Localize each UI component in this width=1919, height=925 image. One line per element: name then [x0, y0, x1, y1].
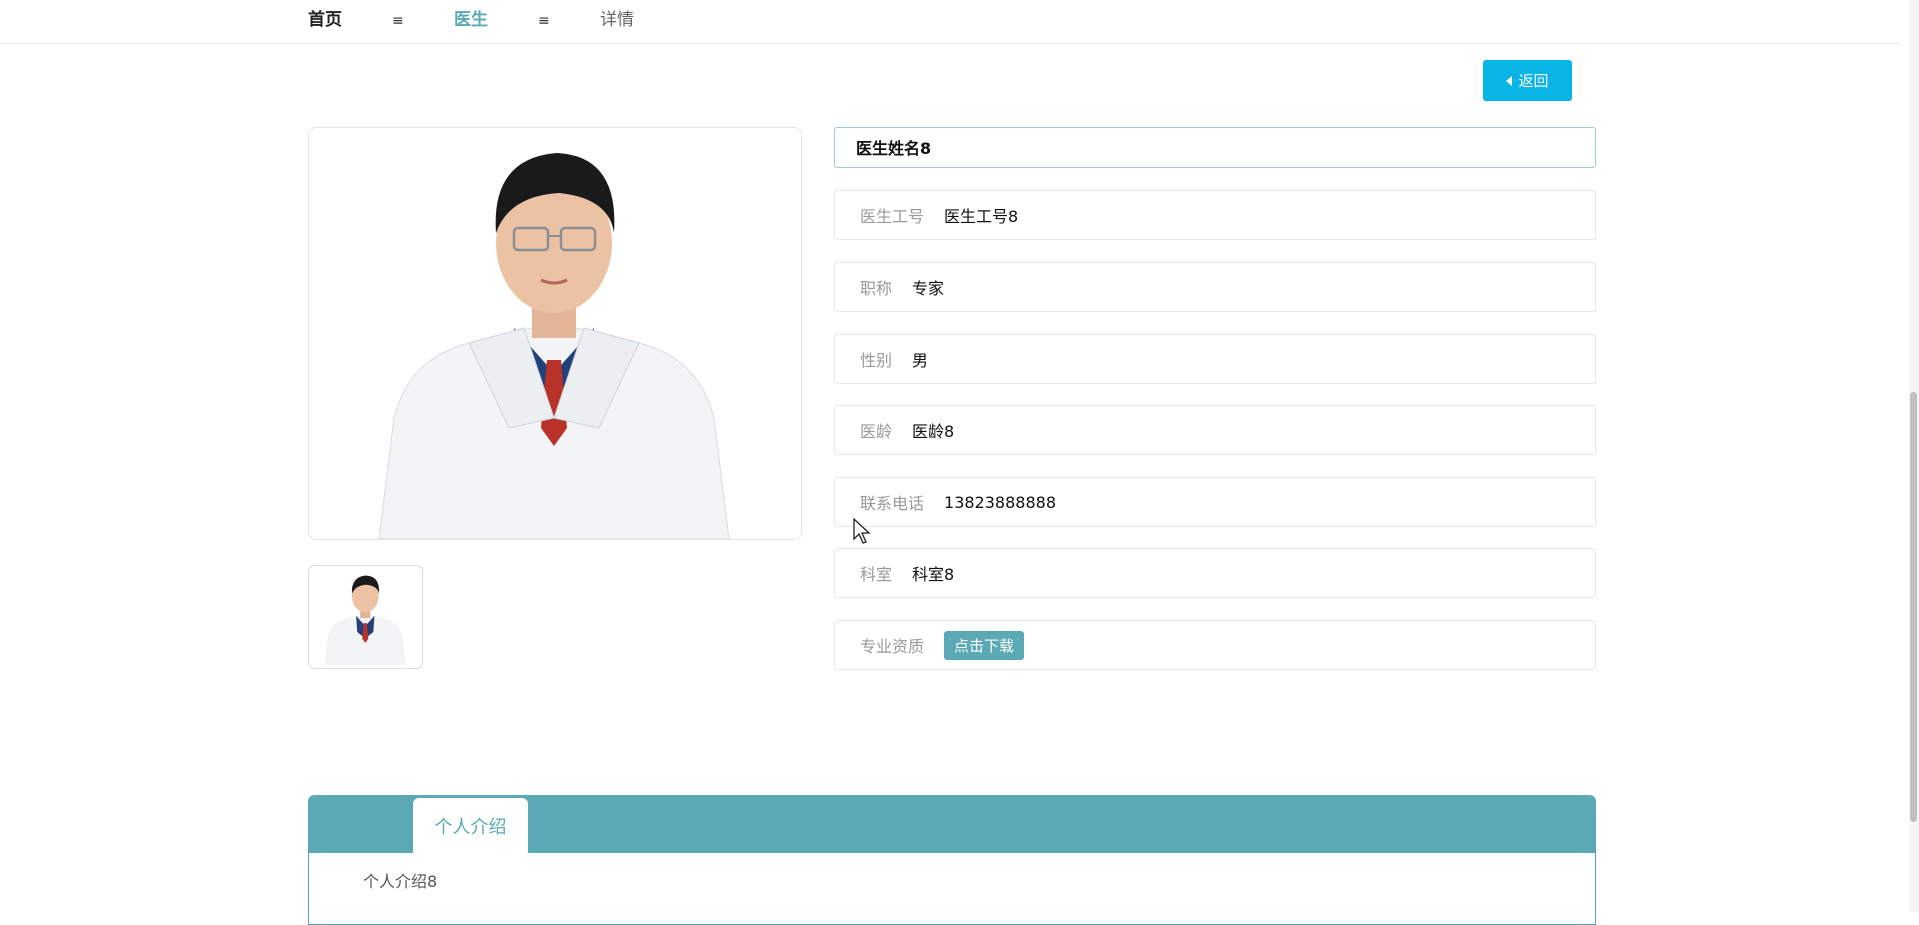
field-value: 医龄8 [912, 422, 955, 441]
field-label: 医生工号 [860, 207, 925, 226]
doctor-main-photo [308, 127, 802, 540]
field-experience: 医龄 医龄8 [834, 405, 1596, 455]
doctor-name-heading: 医生姓名8 [834, 127, 1596, 168]
field-label: 职称 [860, 279, 893, 298]
tabs-panel: 个人介绍 个人介绍8 [308, 795, 1596, 925]
field-title: 职称 专家 [834, 262, 1596, 312]
field-phone: 联系电话 13823888888 [834, 477, 1596, 527]
tab-personal-intro[interactable]: 个人介绍 [413, 798, 528, 853]
caret-left-icon [1506, 75, 1513, 86]
intro-text: 个人介绍8 [363, 872, 438, 891]
field-department: 科室 科室8 [834, 548, 1596, 598]
field-value: 13823888888 [944, 492, 1056, 512]
top-breadcrumb-bar: 首页 ≡ 医生 ≡ 详情 [0, 0, 1900, 44]
field-label: 科室 [860, 565, 893, 584]
scrollbar-thumb[interactable] [1910, 392, 1917, 822]
back-button-label: 返回 [1518, 72, 1549, 90]
field-label: 联系电话 [860, 494, 925, 513]
field-label: 专业资质 [860, 637, 925, 656]
breadcrumb-separator-icon: ≡ [392, 13, 404, 29]
back-button[interactable]: 返回 [1483, 60, 1572, 101]
field-value: 专家 [912, 279, 945, 298]
field-label: 医龄 [860, 422, 893, 441]
field-value: 男 [912, 351, 929, 370]
breadcrumb-home[interactable]: 首页 [308, 9, 342, 31]
field-value: 医生工号8 [944, 207, 1019, 226]
mouse-cursor-icon [853, 518, 871, 544]
breadcrumb-separator-icon: ≡ [538, 13, 550, 29]
field-value: 科室8 [912, 565, 955, 584]
breadcrumb-detail: 详情 [600, 10, 634, 30]
field-label: 性别 [860, 351, 893, 370]
field-qualification: 专业资质 点击下载 [834, 620, 1596, 670]
doctor-photo-thumbnail[interactable] [308, 565, 423, 669]
tabs-header: 个人介绍 [309, 796, 1595, 853]
breadcrumb-doctor[interactable]: 医生 [454, 9, 488, 31]
field-doctor-id: 医生工号 医生工号8 [834, 190, 1596, 240]
field-gender: 性别 男 [834, 334, 1596, 384]
download-button[interactable]: 点击下载 [944, 630, 1025, 660]
